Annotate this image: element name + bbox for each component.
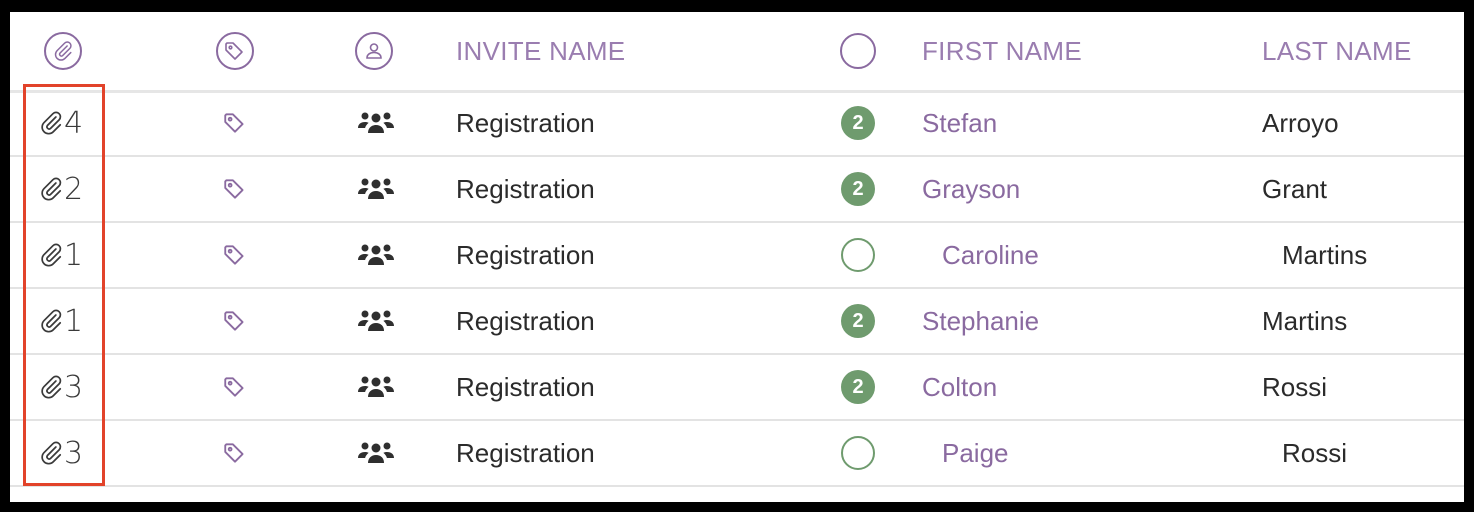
tag-icon[interactable] (222, 91, 248, 155)
user-icon (355, 32, 393, 70)
table-body: 4 Registration 2 Stefan Arroyo 2 Registr… (10, 91, 1464, 487)
table-row[interactable]: 3 Registration Paige Rossi (10, 421, 1464, 487)
tag-icon (216, 32, 254, 70)
table-row[interactable]: 4 Registration 2 Stefan Arroyo (10, 91, 1464, 157)
group-icon[interactable] (357, 157, 395, 221)
empty-status-circle (841, 238, 875, 272)
column-header-attachments[interactable] (44, 12, 82, 90)
paperclip-icon (41, 309, 62, 333)
group-icon[interactable] (357, 91, 395, 155)
attachments-count[interactable]: 4 (38, 91, 83, 155)
tag-icon[interactable] (222, 157, 248, 221)
first-name-link[interactable]: Stephanie (922, 289, 1039, 353)
last-name: Rossi (1262, 371, 1328, 402)
group-icon[interactable] (357, 355, 395, 419)
tag-icon[interactable] (222, 421, 248, 485)
tag-icon[interactable] (222, 223, 248, 287)
first-name-link[interactable]: Stefan (922, 91, 997, 155)
tag-icon[interactable] (222, 355, 248, 419)
table-row[interactable]: 2 Registration 2 Grayson Grant (10, 157, 1464, 223)
group-icon[interactable] (357, 421, 395, 485)
column-header-first-name[interactable]: FIRST NAME (922, 12, 1082, 90)
invite-name[interactable]: Registration (456, 157, 595, 221)
last-name: Martins (1282, 239, 1368, 270)
group-icon[interactable] (357, 289, 395, 353)
last-name: Martins (1262, 305, 1348, 336)
invites-table: INVITE NAME FIRST NAME LAST NAME 4 Regis… (10, 12, 1464, 502)
invite-name[interactable]: Registration (456, 421, 595, 485)
attachments-count[interactable]: 3 (38, 421, 83, 485)
column-header-tags[interactable] (216, 12, 254, 90)
invite-name[interactable]: Registration (456, 289, 595, 353)
status-badge[interactable] (841, 238, 875, 272)
invite-name[interactable]: Registration (456, 355, 595, 419)
column-header-contact[interactable] (355, 12, 393, 90)
table-header: INVITE NAME FIRST NAME LAST NAME (10, 12, 1464, 93)
tag-icon[interactable] (222, 289, 248, 353)
last-name: Arroyo (1262, 107, 1339, 138)
paperclip-icon (41, 177, 62, 201)
attachments-count[interactable]: 2 (38, 157, 83, 221)
column-header-invite-name[interactable]: INVITE NAME (456, 12, 625, 90)
attachments-count[interactable]: 1 (38, 223, 83, 287)
paperclip-icon (41, 243, 62, 267)
column-header-status[interactable] (840, 12, 876, 90)
paperclip-icon (44, 32, 82, 70)
first-name-link[interactable]: Paige (942, 421, 1009, 485)
invite-name[interactable]: Registration (456, 223, 595, 287)
status-badge[interactable]: 2 (841, 370, 875, 404)
column-header-last-name[interactable]: LAST NAME (1262, 12, 1412, 90)
paperclip-icon (41, 441, 62, 465)
status-badge[interactable]: 2 (841, 172, 875, 206)
status-badge[interactable]: 2 (841, 106, 875, 140)
first-name-link[interactable]: Colton (922, 355, 997, 419)
paperclip-icon (41, 375, 62, 399)
table-row[interactable]: 1 Registration 2 Stephanie Martins (10, 289, 1464, 355)
attachments-count[interactable]: 3 (38, 355, 83, 419)
status-badge[interactable]: 2 (841, 304, 875, 338)
group-icon[interactable] (357, 223, 395, 287)
paperclip-icon (41, 111, 62, 135)
status-badge[interactable] (841, 436, 875, 470)
table-row[interactable]: 3 Registration 2 Colton Rossi (10, 355, 1464, 421)
attachments-count[interactable]: 1 (38, 289, 83, 353)
first-name-link[interactable]: Grayson (922, 157, 1020, 221)
table-row[interactable]: 1 Registration Caroline Martins (10, 223, 1464, 289)
invite-name[interactable]: Registration (456, 91, 595, 155)
first-name-link[interactable]: Caroline (942, 223, 1039, 287)
circle-icon (840, 33, 876, 69)
empty-status-circle (841, 436, 875, 470)
last-name: Rossi (1282, 437, 1348, 468)
last-name: Grant (1262, 173, 1328, 204)
